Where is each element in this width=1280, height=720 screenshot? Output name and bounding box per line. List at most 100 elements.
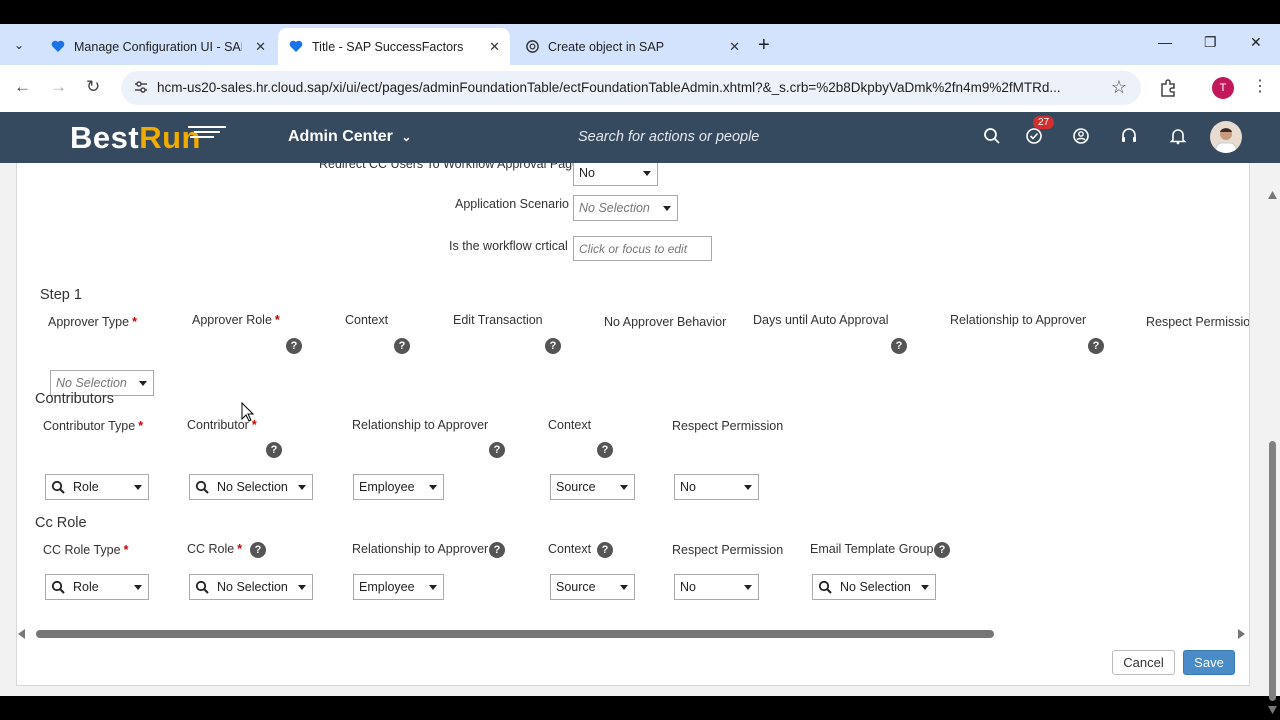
dropdown-value: No Selection	[579, 201, 650, 215]
back-icon[interactable]: ←	[14, 77, 31, 97]
scroll-up-icon[interactable]	[1268, 191, 1277, 199]
global-search-input[interactable]: Search for actions or people	[578, 129, 759, 145]
save-button[interactable]: Save	[1183, 650, 1235, 675]
contributor-context-dropdown[interactable]: Source	[550, 474, 635, 500]
email-template-group-dropdown[interactable]: No Selection	[812, 574, 936, 600]
new-tab-icon[interactable]: +	[758, 34, 770, 57]
admin-center-title: Admin Center	[288, 128, 393, 145]
people-connect-icon[interactable]	[1071, 126, 1093, 148]
minimize-icon[interactable]: —	[1158, 34, 1172, 50]
contributor-type-dropdown[interactable]: Role	[45, 474, 149, 500]
admin-center-menu[interactable]: Admin Center ⌄	[288, 128, 411, 146]
sap-shell-bar: BestRun Admin Center ⌄ Search for action…	[0, 112, 1280, 163]
caret-down-icon	[429, 485, 437, 490]
col-label: CC Role	[187, 542, 235, 556]
forward-icon[interactable]: →	[50, 77, 67, 97]
help-icon[interactable]: ?	[597, 542, 613, 558]
cc-role-respect-permission-dropdown[interactable]: No	[674, 574, 759, 600]
col-label: CC Role Type	[43, 543, 121, 557]
tab-manage-configuration[interactable]: Manage Configuration UI - SAP ✕	[40, 28, 276, 65]
help-icon[interactable]: ?	[1088, 338, 1104, 354]
profile-avatar[interactable]: T	[1212, 77, 1234, 99]
cc-role-context-dropdown[interactable]: Source	[550, 574, 635, 600]
extensions-icon[interactable]	[1158, 78, 1178, 98]
col-context: Context	[548, 418, 592, 432]
chevron-down-icon: ⌄	[401, 130, 412, 144]
bell-icon[interactable]	[1168, 126, 1190, 148]
col-respect-permission: Respect Permission	[672, 543, 784, 557]
cc-role-relationship-dropdown[interactable]: Employee	[353, 574, 444, 600]
close-tab-icon[interactable]: ✕	[729, 39, 740, 55]
close-tab-icon[interactable]: ✕	[489, 39, 500, 55]
col-cc-role-type: CC Role Type *	[43, 543, 129, 557]
address-bar[interactable]: hcm-us20-sales.hr.cloud.sap/xi/ui/ect/pa…	[121, 71, 1141, 105]
caret-down-icon	[139, 381, 147, 386]
close-window-icon[interactable]: ✕	[1250, 34, 1262, 51]
bestrun-logo[interactable]: BestRun	[70, 120, 201, 156]
horizontal-scrollbar[interactable]	[18, 627, 1250, 641]
step1-title: Step 1	[40, 287, 82, 303]
vertical-scrollbar[interactable]	[1265, 163, 1280, 714]
browser-menu-icon[interactable]: ⋮	[1252, 76, 1268, 96]
help-icon[interactable]: ?	[489, 442, 505, 458]
tab-create-object[interactable]: Create object in SAP ✕	[514, 28, 750, 65]
contributors-title: Contributors	[35, 391, 114, 407]
caret-down-icon	[134, 585, 142, 590]
search-icon[interactable]	[982, 126, 1004, 148]
bookmark-star-icon[interactable]: ☆	[1111, 77, 1127, 98]
help-icon[interactable]: ?	[394, 338, 410, 354]
headset-support-icon[interactable]	[1119, 126, 1141, 148]
reload-icon[interactable]: ↻	[86, 77, 100, 97]
contributor-relationship-dropdown[interactable]: Employee	[353, 474, 444, 500]
application-scenario-dropdown[interactable]: No Selection	[573, 195, 678, 221]
site-settings-icon[interactable]	[133, 79, 151, 97]
cc-role-dropdown[interactable]: No Selection	[189, 574, 313, 600]
dropdown-value: Role	[73, 480, 99, 494]
horizontal-scroll-thumb[interactable]	[36, 630, 994, 638]
sap-heart-icon	[288, 39, 304, 55]
restore-icon[interactable]: ❐	[1204, 34, 1217, 51]
scroll-right-icon[interactable]	[1237, 629, 1245, 639]
help-icon[interactable]: ?	[545, 338, 561, 354]
help-icon[interactable]: ?	[286, 338, 302, 354]
scroll-left-icon[interactable]	[18, 629, 26, 639]
approvals-check-icon[interactable]	[1024, 126, 1046, 148]
contributor-respect-permission-dropdown[interactable]: No	[674, 474, 759, 500]
workflow-critical-input[interactable]: Click or focus to edit	[573, 236, 712, 261]
caret-down-icon	[298, 485, 306, 490]
col-label: Approver Type	[48, 315, 130, 329]
col-email-template-group: Email Template Group	[810, 542, 934, 556]
help-icon[interactable]: ?	[250, 542, 266, 558]
close-tab-icon[interactable]: ✕	[255, 39, 266, 55]
col-label: Contributor Type	[43, 419, 136, 433]
contributor-dropdown[interactable]: No Selection	[189, 474, 313, 500]
help-icon[interactable]: ?	[891, 338, 907, 354]
help-icon[interactable]: ?	[266, 442, 282, 458]
url-text: hcm-us20-sales.hr.cloud.sap/xi/ui/ect/pa…	[157, 80, 1061, 95]
caret-down-icon	[643, 171, 651, 176]
user-avatar[interactable]	[1210, 121, 1242, 153]
help-icon[interactable]: ?	[489, 542, 505, 558]
help-icon[interactable]: ?	[934, 542, 950, 558]
workflow-critical-label: Is the workflow crtical	[449, 239, 568, 253]
redirect-dropdown[interactable]: No	[573, 163, 658, 186]
vertical-scroll-thumb[interactable]	[1269, 441, 1276, 701]
scroll-down-icon[interactable]	[1268, 706, 1277, 714]
search-icon	[195, 480, 209, 494]
cc-role-type-dropdown[interactable]: Role	[45, 574, 149, 600]
help-icon[interactable]: ?	[597, 442, 613, 458]
caret-down-icon	[744, 485, 752, 490]
tab-search-chevron-icon[interactable]: ⌄	[6, 32, 32, 58]
logo-best: Best	[70, 120, 140, 155]
dropdown-value: Role	[73, 580, 99, 594]
col-label: Approver Role	[192, 313, 272, 327]
caret-down-icon	[744, 585, 752, 590]
tab-sap-successfactors[interactable]: Title - SAP SuccessFactors ✕	[278, 28, 510, 65]
notification-count-badge: 27	[1033, 116, 1055, 129]
search-icon	[818, 580, 832, 594]
cancel-button[interactable]: Cancel	[1112, 650, 1175, 675]
page-content: Redirect CC Users To Workflow Approval P…	[0, 163, 1280, 714]
dropdown-value: Employee	[359, 580, 415, 594]
col-relationship-to-approver: Relationship to Approver	[352, 418, 489, 432]
caret-down-icon	[134, 485, 142, 490]
